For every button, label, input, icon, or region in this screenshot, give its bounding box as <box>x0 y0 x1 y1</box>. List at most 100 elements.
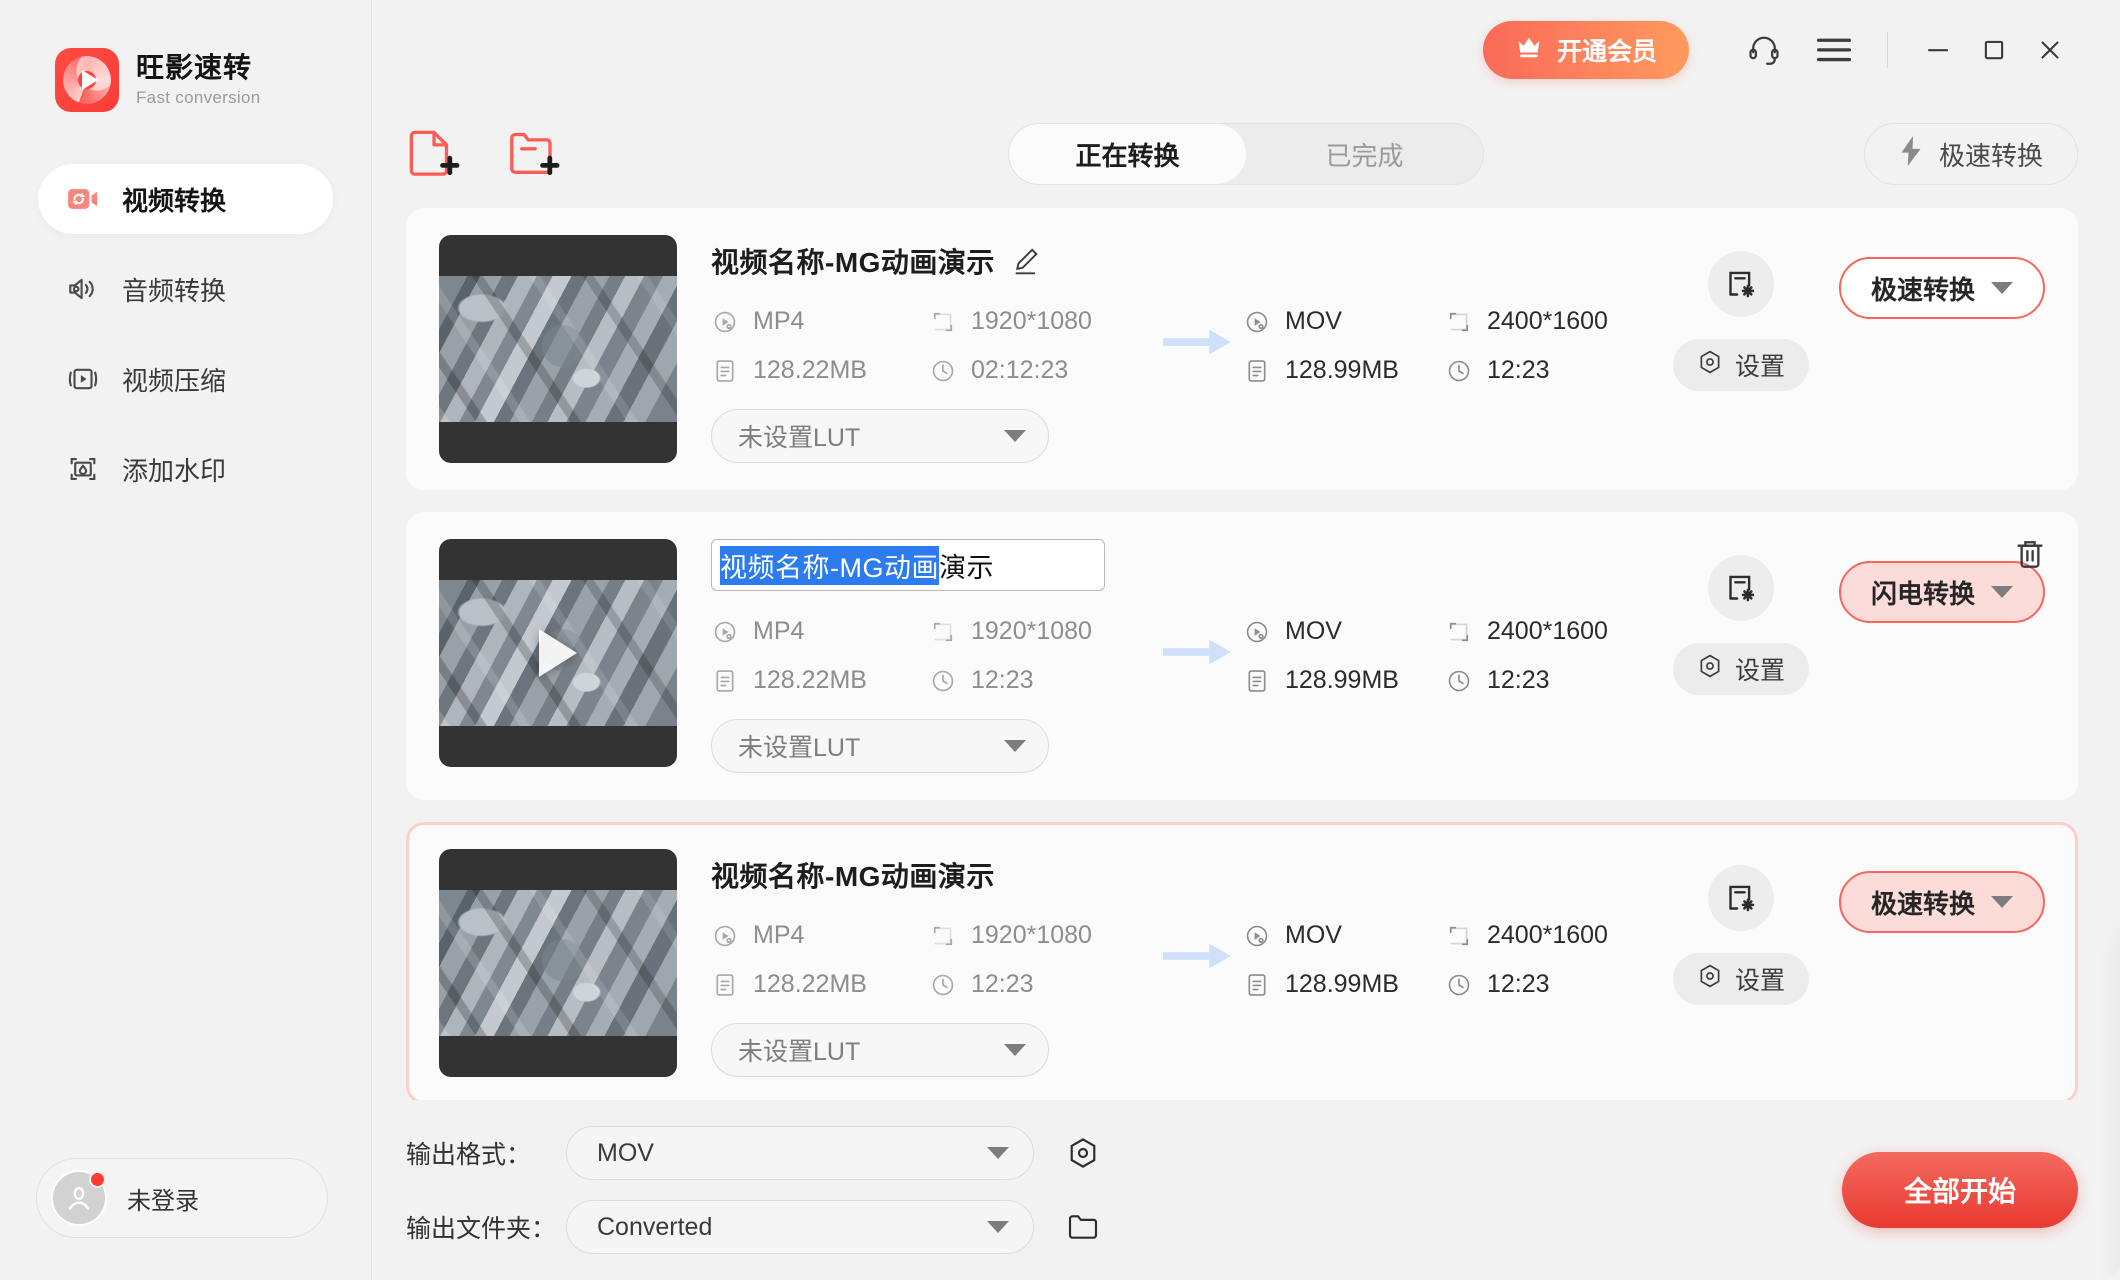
source-format-row: MP4 <box>711 617 929 646</box>
start-all-button[interactable]: 全部开始 <box>1842 1152 2078 1228</box>
target-format: MOV <box>1285 921 1342 949</box>
output-format-label: 输出格式： <box>406 1141 532 1169</box>
output-format-select[interactable]: MOV <box>566 1126 1034 1180</box>
lut-select[interactable]: 未设置LUT <box>711 1023 1049 1077</box>
table-row[interactable]: 视频名称-MG动画演示 MP4 128.22MB <box>406 822 2078 1100</box>
convert-arrow-icon <box>1157 921 1243 973</box>
source-duration: 12:23 <box>971 666 1034 694</box>
titlebar-divider <box>1887 32 1888 68</box>
source-duration-row: 02:12:23 <box>929 356 1157 385</box>
table-row[interactable]: 视频名称-MG动画演示 MP4 128.22MB 1920*1080 02:12… <box>406 208 2078 490</box>
close-icon[interactable] <box>2022 22 2078 78</box>
source-format-row: MP4 <box>711 307 929 336</box>
table-row[interactable]: 视频名称-MG动画演示 MP4 128.22MB <box>406 512 2078 800</box>
source-format-row: MP4 <box>711 921 929 950</box>
source-duration: 02:12:23 <box>971 356 1069 384</box>
user-avatar-icon <box>51 1170 107 1226</box>
add-folder-icon[interactable] <box>506 127 560 181</box>
tab-converting[interactable]: 正在转换 <box>1009 124 1246 184</box>
brand-name-cn: 旺影速转 <box>136 52 253 84</box>
brand: 旺影速转 Fast conversion <box>0 0 371 112</box>
title-rest-text: 演示 <box>938 552 994 583</box>
hamburger-icon[interactable] <box>1803 19 1865 81</box>
target-size-row: 128.99MB <box>1243 356 1445 385</box>
sidebar-item-video-compress[interactable]: 视频压缩 <box>38 344 333 414</box>
crown-icon <box>1515 35 1543 66</box>
settings-button[interactable]: 设置 <box>1672 339 1809 391</box>
source-resolution-row: 1920*1080 <box>929 307 1157 336</box>
sidebar-item-audio-convert[interactable]: 音频转换 <box>38 254 333 324</box>
maximize-icon[interactable] <box>1966 22 2022 78</box>
output-folder-label: 输出文件夹： <box>406 1215 557 1243</box>
edit-pencil-icon[interactable] <box>1011 246 1041 276</box>
video-thumbnail[interactable] <box>439 849 677 1077</box>
source-resolution: 1920*1080 <box>971 617 1092 645</box>
settings-hex-icon[interactable] <box>1062 1132 1104 1174</box>
clock-icon <box>929 971 957 999</box>
clock-icon <box>929 357 957 385</box>
sidebar-item-watermark[interactable]: 添加水印 <box>38 434 333 504</box>
source-size: 128.22MB <box>753 666 867 694</box>
settings-label: 设置 <box>1734 657 1785 685</box>
target-resolution: 2400*1600 <box>1487 921 1608 949</box>
folder-icon[interactable] <box>1062 1206 1104 1248</box>
settings-button[interactable]: 设置 <box>1672 643 1809 695</box>
source-duration-row: 12:23 <box>929 666 1157 695</box>
source-duration-row: 12:23 <box>929 970 1157 999</box>
source-format: MP4 <box>753 617 805 645</box>
source-duration: 12:23 <box>971 970 1034 998</box>
source-resolution-row: 1920*1080 <box>929 617 1157 646</box>
target-resolution-row: 2400*1600 <box>1445 617 1655 646</box>
target-resolution: 2400*1600 <box>1487 307 1608 335</box>
chevron-down-icon <box>1004 740 1026 752</box>
parameters-button[interactable] <box>1707 555 1774 621</box>
source-resolution: 1920*1080 <box>971 307 1092 335</box>
add-file-icon[interactable] <box>406 127 460 181</box>
convert-mode-button[interactable]: 极速转换 <box>1838 871 2045 933</box>
filesize-icon <box>711 667 739 695</box>
tab-completed[interactable]: 已完成 <box>1246 124 1483 184</box>
global-speed-button[interactable]: 极速转换 <box>1863 123 2078 185</box>
sidebar-item-label: 视频转换 <box>122 185 227 216</box>
video-convert-icon <box>66 182 100 216</box>
chevron-down-icon <box>1991 282 2013 294</box>
main-area: 开通会员 正在转换 已完成 极速转换 视频名称-MG动画演示 MP4 128.2… <box>372 0 2120 1280</box>
format-icon <box>1243 618 1271 646</box>
format-icon <box>1243 922 1271 950</box>
filesize-icon <box>1243 971 1271 999</box>
target-format-row: MOV <box>1243 617 1445 646</box>
lut-select[interactable]: 未设置LUT <box>711 409 1049 463</box>
target-size: 128.99MB <box>1285 970 1399 998</box>
delete-icon[interactable] <box>2013 537 2047 571</box>
minimize-icon[interactable] <box>1910 22 1966 78</box>
video-thumbnail[interactable] <box>439 235 677 463</box>
filesize-icon <box>711 971 739 999</box>
title-edit-input[interactable]: 视频名称-MG动画 演示 <box>711 539 1105 591</box>
lightning-icon <box>1899 135 1923 173</box>
output-folder-select[interactable]: Converted <box>566 1200 1034 1254</box>
vip-upgrade-button[interactable]: 开通会员 <box>1482 21 1689 79</box>
settings-button[interactable]: 设置 <box>1672 953 1809 1005</box>
target-duration: 12:23 <box>1487 666 1550 694</box>
chevron-down-icon <box>987 1221 1009 1233</box>
sidebar-item-video-convert[interactable]: 视频转换 <box>38 164 333 234</box>
target-duration: 12:23 <box>1487 356 1550 384</box>
clock-icon <box>929 667 957 695</box>
convert-mode-button[interactable]: 极速转换 <box>1838 257 2045 319</box>
video-thumbnail[interactable] <box>439 539 677 767</box>
resolution-icon <box>1445 922 1473 950</box>
parameters-button[interactable] <box>1707 251 1774 317</box>
chevron-down-icon <box>1004 430 1026 442</box>
output-format-value: MOV <box>597 1138 654 1167</box>
resolution-icon <box>929 618 957 646</box>
sidebar-item-label: 视频压缩 <box>122 365 227 396</box>
play-icon[interactable] <box>539 629 577 677</box>
parameters-button[interactable] <box>1707 865 1774 931</box>
lut-select[interactable]: 未设置LUT <box>711 719 1049 773</box>
headset-icon[interactable] <box>1733 19 1795 81</box>
clock-icon <box>1445 667 1473 695</box>
notification-badge <box>89 1171 106 1188</box>
clock-icon <box>1445 971 1473 999</box>
target-duration: 12:23 <box>1487 970 1550 998</box>
user-login-button[interactable]: 未登录 <box>36 1158 328 1238</box>
